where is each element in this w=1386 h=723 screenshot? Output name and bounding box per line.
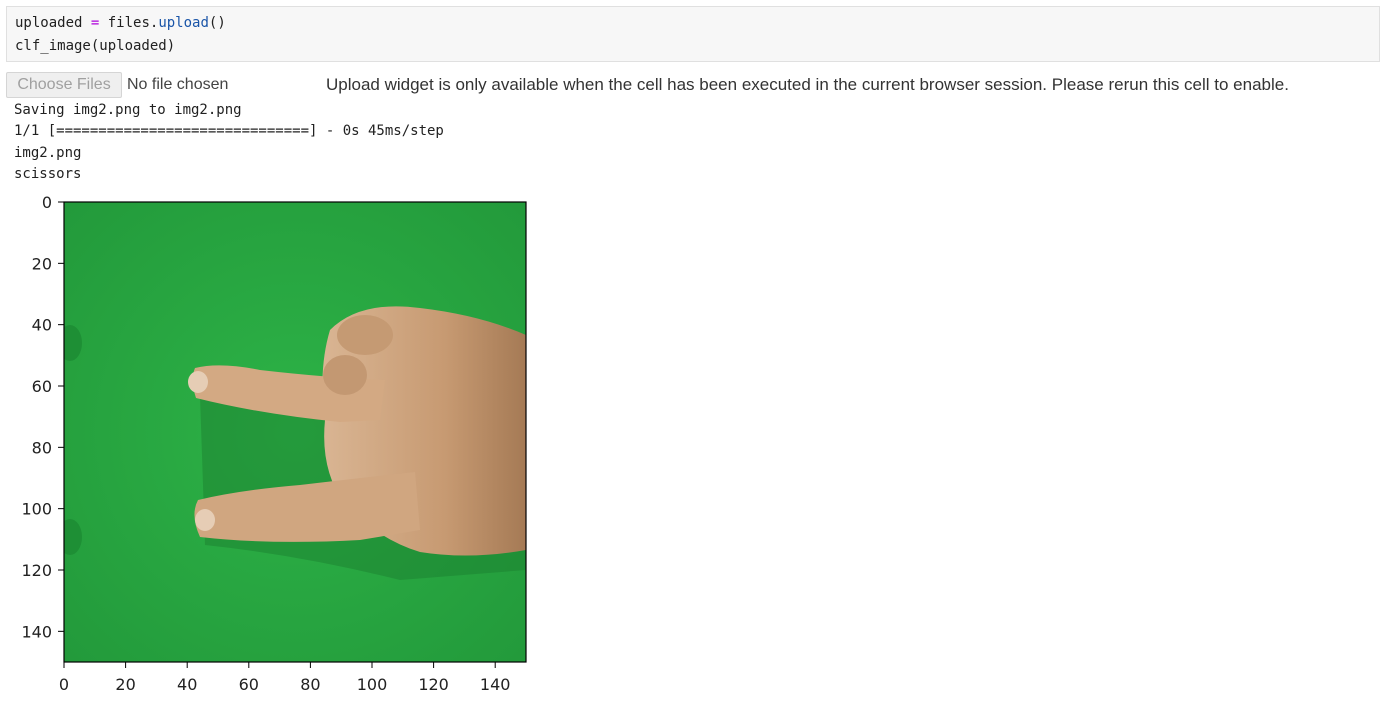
- y-tick-label: 40: [32, 316, 52, 335]
- choose-files-button[interactable]: Choose Files: [6, 72, 122, 98]
- code-var: uploaded: [15, 15, 83, 31]
- x-tick-label: 100: [357, 675, 388, 694]
- upload-widget-message: Upload widget is only available when the…: [326, 75, 1289, 94]
- y-tick-label: 0: [42, 193, 52, 212]
- x-tick-label: 80: [300, 675, 320, 694]
- code-tail: (): [208, 15, 226, 31]
- y-tick-label: 60: [32, 377, 52, 396]
- plotted-image: [64, 202, 526, 662]
- code-operator: =: [90, 15, 100, 31]
- y-tick-label: 100: [21, 500, 52, 519]
- code-cell[interactable]: uploaded = files.upload() clf_image(uplo…: [6, 6, 1380, 62]
- edge-blob: [64, 325, 82, 361]
- x-tick-label: 0: [59, 675, 69, 694]
- y-tick-label: 20: [32, 254, 52, 273]
- x-tick-label: 40: [177, 675, 197, 694]
- y-tick-label: 140: [21, 622, 52, 641]
- output-progress: 1/1 [==============================] - 0…: [14, 123, 444, 139]
- upload-widget: Choose Files No file chosen Upload widge…: [6, 72, 1380, 98]
- image-plot: 0 20 40 60 80 100 120 140 0 20 40 60 80 100 120 140: [21, 193, 527, 694]
- y-tick-label: 80: [32, 438, 52, 457]
- output-filename: img2.png: [14, 145, 82, 161]
- knuckle: [337, 315, 393, 355]
- code-line-1: uploaded = files.upload(): [15, 14, 226, 32]
- y-axis: 0 20 40 60 80 100 120 140: [21, 193, 64, 641]
- x-axis: 0 20 40 60 80 100 120 140: [59, 662, 511, 694]
- code-function: upload: [158, 15, 209, 31]
- x-tick-label: 140: [480, 675, 511, 694]
- x-tick-label: 60: [239, 675, 259, 694]
- fingernail: [188, 371, 208, 393]
- code-object: files.: [107, 15, 159, 31]
- x-tick-label: 20: [115, 675, 135, 694]
- edge-blob: [64, 519, 82, 555]
- fingernail: [195, 509, 215, 531]
- output-prediction: scissors: [14, 166, 82, 182]
- y-tick-label: 120: [21, 561, 52, 580]
- knuckle: [323, 355, 367, 395]
- code-line-2: clf_image(uploaded): [15, 38, 176, 54]
- file-status-text: No file chosen: [127, 76, 229, 93]
- output-saving: Saving img2.png to img2.png: [14, 102, 242, 118]
- x-tick-label: 120: [418, 675, 449, 694]
